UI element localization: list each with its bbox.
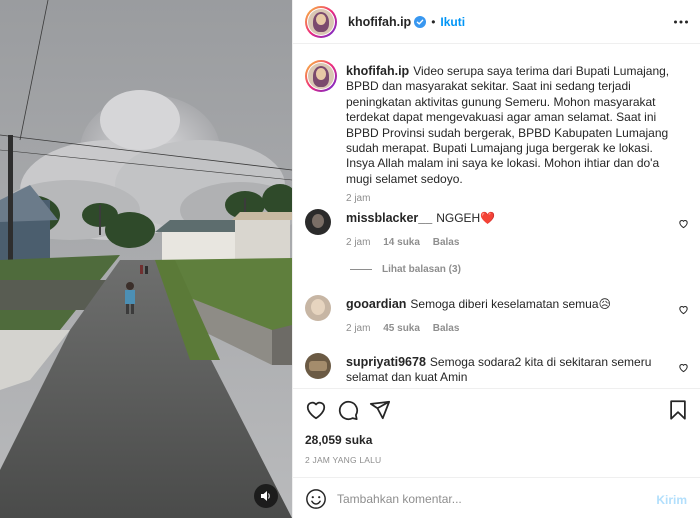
follow-button[interactable]: Ikuti (440, 15, 465, 29)
avatar[interactable] (305, 5, 337, 38)
separator-dot: • (431, 14, 436, 29)
post-timestamp: 2 JAM YANG LALU (305, 455, 382, 465)
avatar[interactable] (305, 60, 337, 92)
comment-item: supriyati9678 Semoga sodara2 kita di seki… (305, 353, 689, 387)
comment-likes[interactable]: 45 suka (383, 323, 420, 334)
comment-like-heart-icon[interactable] (678, 218, 689, 229)
comment-meta: 2 jam 14 suka Balas (346, 237, 469, 248)
comment-icon[interactable] (337, 399, 359, 421)
emoji-icon[interactable] (305, 488, 327, 510)
caption-body: Video serupa saya terima dari Bupati Lum… (346, 64, 670, 186)
comment-text: missblacker__ NGGEH❤️ (346, 211, 671, 226)
comment-username[interactable]: supriyati9678 (346, 355, 426, 369)
volcano-eruption-scene (0, 0, 292, 518)
commenter-avatar[interactable] (305, 295, 331, 321)
heart-icon[interactable] (305, 399, 327, 421)
comment-body: NGGEH❤️ (436, 211, 496, 225)
comment-item: gooardian Semoga diberi keselamatan semua… (305, 295, 689, 345)
bookmark-icon[interactable] (667, 399, 689, 421)
speaker-icon (261, 491, 270, 501)
comments-list[interactable]: khofifah.ip Video serupa saya terima dari… (293, 45, 700, 387)
mute-toggle-button[interactable] (254, 484, 278, 508)
caption-username[interactable]: khofifah.ip (346, 64, 409, 78)
replies-divider (350, 269, 372, 270)
share-icon[interactable] (369, 399, 391, 421)
comment-input[interactable] (337, 487, 637, 511)
post-author-username[interactable]: khofifah.ip (348, 15, 411, 29)
instagram-post-modal: khofifah.ip • Ikuti khofifah.ip Video se… (0, 0, 700, 518)
comment-text: supriyati9678 Semoga sodara2 kita di seki… (346, 355, 671, 386)
commenter-avatar[interactable] (305, 209, 331, 235)
caption-age: 2 jam (346, 193, 371, 204)
post-video[interactable] (0, 0, 292, 518)
reply-button[interactable]: Balas (433, 323, 460, 334)
verified-badge-icon (414, 15, 427, 28)
comment-like-heart-icon[interactable] (678, 362, 689, 373)
commenter-avatar[interactable] (305, 353, 331, 379)
post-caption: khofifah.ip Video serupa saya terima dari… (305, 60, 689, 210)
comment-composer: Kirim (293, 477, 700, 518)
comment-text: gooardian Semoga diberi keselamatan semua… (346, 297, 671, 312)
comment-username[interactable]: missblacker__ (346, 211, 432, 225)
comment-age: 2 jam (346, 237, 371, 248)
caption-text: khofifah.ip Video serupa saya terima dari… (346, 64, 676, 187)
comment-likes[interactable]: 14 suka (383, 237, 420, 248)
likes-count[interactable]: 28,059 suka (305, 433, 372, 447)
view-replies-button[interactable]: Lihat balasan (3) (350, 264, 461, 275)
comment-like-heart-icon[interactable] (678, 304, 689, 315)
comment-meta: 2 jam 45 suka Balas (346, 323, 469, 334)
comment-body: Semoga diberi keselamatan semua😥 (410, 297, 612, 311)
post-header: khofifah.ip • Ikuti (293, 0, 700, 44)
comment-item: missblacker__ NGGEH❤️ 2 jam 14 suka Balas (305, 209, 689, 269)
more-options-icon[interactable] (673, 14, 689, 30)
comment-username[interactable]: gooardian (346, 297, 406, 311)
caption-meta: 2 jam (346, 193, 380, 204)
view-replies-label[interactable]: Lihat balasan (3) (382, 264, 461, 275)
post-details-panel: khofifah.ip • Ikuti khofifah.ip Video se… (292, 0, 700, 518)
comment-age: 2 jam (346, 323, 371, 334)
reply-button[interactable]: Balas (433, 237, 460, 248)
action-bar (293, 388, 700, 428)
post-comment-button[interactable]: Kirim (656, 493, 687, 507)
